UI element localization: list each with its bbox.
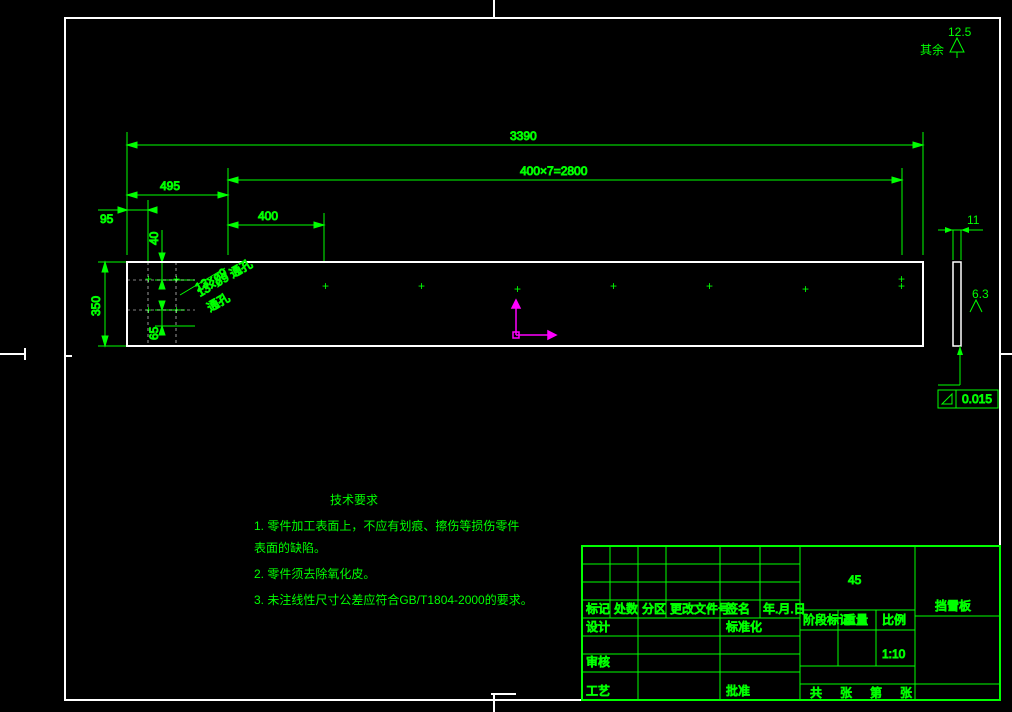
surface-value: 12.5 xyxy=(948,25,972,39)
svg-text:+: + xyxy=(514,282,521,296)
svg-text:+: + xyxy=(610,279,617,293)
svg-text:+: + xyxy=(322,279,329,293)
dim-65-text: 65 xyxy=(147,326,161,340)
dim-left-offset: 495 xyxy=(127,179,228,198)
svg-text:比例: 比例 xyxy=(882,613,906,627)
dim-400: 400 xyxy=(258,209,278,223)
dim-495: 495 xyxy=(160,179,180,193)
part-name: 挡雪板 xyxy=(935,599,971,613)
part-outline xyxy=(127,262,923,346)
svg-text:更改文件号: 更改文件号 xyxy=(670,601,730,616)
material: 45 xyxy=(848,573,862,587)
dim-65: 65 xyxy=(147,301,195,340)
svg-text:设计: 设计 xyxy=(586,620,610,634)
svg-text:重量: 重量 xyxy=(844,613,868,627)
svg-text:+: + xyxy=(898,272,905,286)
hole-note: 13×ø9 通孔 通孔 13×ø9 xyxy=(180,257,255,315)
dim-350-text: 350 xyxy=(89,296,103,316)
flatness-value: 0.015 xyxy=(962,392,992,406)
drawing-canvas: 其余 12.5 3390 400×7=2800 495 400 xyxy=(0,0,1012,712)
svg-text:+: + xyxy=(706,279,713,293)
surface-rest-label: 其余 xyxy=(920,42,944,57)
surface-finish-note: 其余 12.5 xyxy=(920,25,972,58)
dim-thickness: 11 xyxy=(967,213,980,227)
svg-text:处数: 处数 xyxy=(614,601,638,616)
side-view: 11 6.3 xyxy=(938,213,989,385)
svg-text:第: 第 xyxy=(870,686,882,700)
dim-95-text: 95 xyxy=(100,212,114,226)
tech-line-4: 3. 未注线性尺寸公差应符合GB/T1804-2000的要求。 xyxy=(254,592,533,607)
svg-text:签名: 签名 xyxy=(726,601,750,616)
svg-text:张: 张 xyxy=(900,686,912,700)
tech-req: 技术要求 1. 零件加工表面上，不应有划痕、擦伤等损伤零件 表面的缺陷。 2. … xyxy=(254,493,533,607)
title-block: 标记 处数 分区 更改文件号 签名 年.月.日 设计 标准化 审核 工艺 批准 … xyxy=(582,546,1000,700)
svg-text:+: + xyxy=(418,279,425,293)
svg-text:分区: 分区 xyxy=(642,602,666,616)
dim-overall: 3390 xyxy=(127,129,923,255)
svg-text:共: 共 xyxy=(810,686,822,700)
flatness-fcf: 0.015 xyxy=(938,390,998,408)
tech-title: 技术要求 xyxy=(330,493,378,507)
svg-text:+: + xyxy=(802,282,809,296)
dim-height: 350 xyxy=(89,262,126,346)
svg-text:工艺: 工艺 xyxy=(586,684,610,698)
dim-pitch: 400 xyxy=(228,209,324,262)
svg-text:+: + xyxy=(173,272,180,286)
side-ra: 6.3 xyxy=(972,287,989,301)
svg-text:年.月.日: 年.月.日 xyxy=(763,602,806,616)
holes: + + + + + + + + + + + + xyxy=(145,272,905,317)
dim-array-text: 400×7=2800 xyxy=(520,164,588,178)
dim-array: 400×7=2800 xyxy=(228,164,902,255)
svg-text:标准化: 标准化 xyxy=(726,620,762,634)
dim-overall-text: 3390 xyxy=(510,129,537,143)
svg-text:标记: 标记 xyxy=(586,602,610,616)
dim-40-text: 40 xyxy=(147,231,161,245)
svg-text:+: + xyxy=(145,272,152,286)
svg-text:张: 张 xyxy=(840,686,852,700)
ucs-icon xyxy=(512,300,556,339)
svg-text:1:10: 1:10 xyxy=(882,647,906,661)
svg-text:批准: 批准 xyxy=(726,683,750,698)
svg-text:审核: 审核 xyxy=(586,654,610,669)
tech-line-1: 1. 零件加工表面上，不应有划痕、擦伤等损伤零件 xyxy=(254,518,519,533)
tech-line-3: 2. 零件须去除氧化皮。 xyxy=(254,566,375,581)
tech-line-2: 表面的缺陷。 xyxy=(254,540,326,555)
